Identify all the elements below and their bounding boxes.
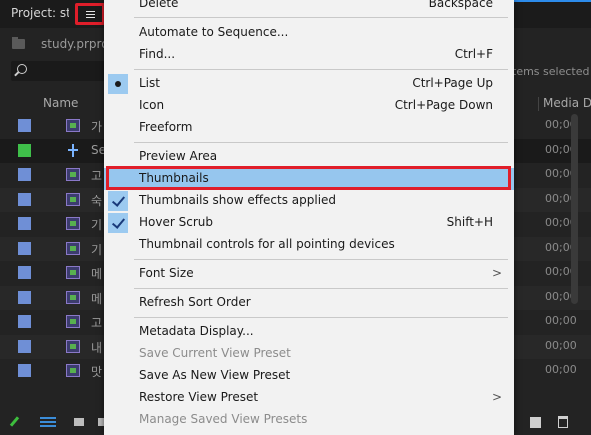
item-name: 맛 [91,365,103,379]
menu-item-font-size[interactable]: Font Size > [104,263,514,285]
clip-icon [66,364,80,377]
column-name[interactable]: Name [43,96,78,110]
column-divider[interactable] [538,97,539,111]
menu-item-metadata-display[interactable]: Metadata Display... [104,321,514,343]
checkmark-icon [108,213,128,233]
item-name: 고 [91,169,103,183]
menu-item-thumbnails[interactable]: Thumbnails [104,168,514,190]
new-item-icon[interactable] [530,417,541,428]
item-name: 숙 [91,193,103,208]
menu-item-delete[interactable]: Delete Backspace [104,0,514,15]
hamburger-icon [85,9,95,20]
clip-icon [66,217,80,230]
item-name: 가 [91,120,103,134]
sequence-icon [67,143,79,157]
label-color-swatch[interactable] [18,192,31,206]
item-name: Se [91,142,105,157]
clip-icon [66,168,80,181]
menu-item-thumbnail-controls[interactable]: Thumbnail controls for all pointing devi… [104,234,514,256]
menu-item-find[interactable]: Find... Ctrl+F [104,44,514,66]
menu-separator [134,259,508,260]
pencil-icon[interactable] [9,416,20,427]
menu-item-refresh-sort-order[interactable]: Refresh Sort Order [104,292,514,314]
menu-item-restore-view-preset[interactable]: Restore View Preset > [104,387,514,409]
menu-separator [134,17,508,18]
menu-item-list[interactable]: List Ctrl+Page Up [104,73,514,95]
icon-view-icon[interactable] [74,418,84,426]
label-color-swatch[interactable] [18,315,31,328]
menu-item-automate-to-sequence[interactable]: Automate to Sequence... [104,22,514,44]
trash-icon[interactable] [558,416,568,428]
menu-item-save-current-view-preset: Save Current View Preset [139,346,291,360]
label-color-swatch[interactable] [18,217,31,230]
clip-icon [66,241,80,255]
media-duration: 00;00 [545,338,577,352]
clip-icon [66,192,80,206]
label-color-swatch[interactable] [18,339,31,353]
chevron-right-icon: > [491,390,502,404]
menu-item-freeform[interactable]: Freeform [104,117,514,139]
menu-separator [134,288,508,289]
clip-icon [66,119,80,132]
scrollbar[interactable] [571,114,578,304]
items-selected-text: tems selected [512,65,590,78]
label-color-swatch[interactable] [18,143,31,157]
item-name: 고 [91,316,103,330]
column-media-duration[interactable]: Media D [543,96,591,110]
menu-separator [134,317,508,318]
panel-menu-button[interactable] [75,3,105,25]
active-panel-indicator [514,0,591,2]
clip-icon [66,266,80,279]
panel-flyout-menu: Delete Backspace Automate to Sequence...… [104,0,514,435]
media-duration: 00;00 [545,314,577,327]
label-color-swatch[interactable] [18,266,31,279]
project-tab-title[interactable]: Project: study [11,6,69,20]
menu-item-save-as-new-view-preset[interactable]: Save As New View Preset [104,365,514,387]
clip-icon [66,315,80,328]
clip-icon [66,339,80,353]
menu-separator [134,69,508,70]
label-color-swatch[interactable] [18,168,31,181]
item-name: 내 [91,340,103,355]
radio-selected-icon [108,74,128,94]
menu-separator [134,142,508,143]
label-color-swatch[interactable] [18,241,31,255]
menu-item-manage-saved-view-presets: Manage Saved View Presets [139,412,308,426]
item-name: 기 [91,218,103,232]
project-name: study.prproj [41,37,112,51]
folder-icon[interactable] [12,37,25,49]
label-color-swatch[interactable] [18,290,31,304]
menu-item-icon[interactable]: Icon Ctrl+Page Down [104,95,514,117]
menu-item-hover-scrub[interactable]: Hover Scrub Shift+H [104,212,514,234]
media-duration: 00;00 [545,363,577,376]
label-color-swatch[interactable] [18,119,31,132]
item-name: 기 [91,242,103,257]
item-name: 메 [91,291,103,306]
clip-icon [66,290,80,304]
list-view-icon[interactable] [40,417,56,428]
label-color-swatch[interactable] [18,364,31,377]
item-name: 메 [91,267,103,281]
search-icon [17,64,27,74]
menu-item-thumbnails-show-effects[interactable]: Thumbnails show effects applied [104,190,514,212]
checkmark-icon [108,191,128,211]
chevron-right-icon: > [491,266,502,280]
menu-item-preview-area[interactable]: Preview Area [104,146,514,168]
